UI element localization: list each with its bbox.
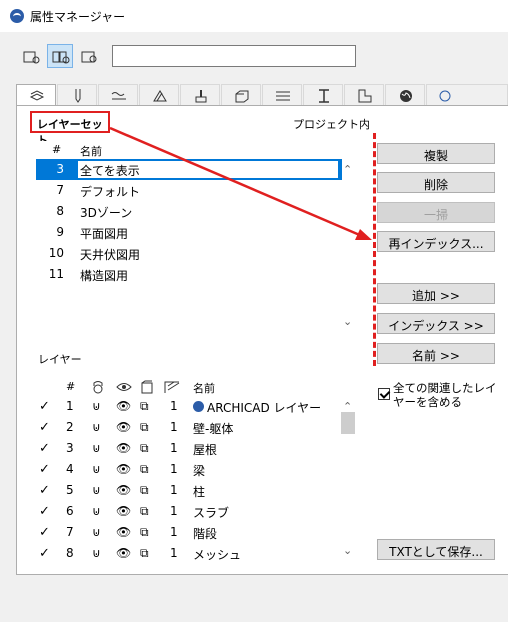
- eye-icon[interactable]: 👁: [116, 462, 131, 476]
- save-as-txt-button[interactable]: TXTとして保存...: [377, 539, 495, 560]
- table-row[interactable]: ✓ 6 ⊍ 👁 ⧉ 1 スラブ: [36, 501, 342, 522]
- wireframe-icon: [141, 380, 153, 394]
- lock-icon[interactable]: ⊍: [92, 462, 101, 476]
- eye-icon[interactable]: 👁: [116, 546, 131, 560]
- wireframe-icon[interactable]: ⧉: [140, 441, 149, 456]
- eye-icon[interactable]: 👁: [116, 483, 131, 497]
- scroll-down-icon[interactable]: ⌄: [343, 544, 352, 557]
- eye-icon[interactable]: 👁: [116, 504, 131, 518]
- wireframe-icon[interactable]: ⧉: [140, 546, 149, 561]
- wireframe-icon[interactable]: ⧉: [140, 399, 149, 414]
- lock-icon[interactable]: ⊍: [92, 483, 101, 497]
- layer-list[interactable]: # 名前 ✓ 1 ⊍ 👁 ⧉ 1 ARCHICAD レイヤー ✓ 2 ⊍ 👁 ⧉…: [36, 376, 356, 562]
- column-header-num: #: [66, 380, 76, 393]
- lock-icon[interactable]: ⊍: [92, 525, 101, 539]
- table-row[interactable]: ✓ 8 ⊍ 👁 ⧉ 1 メッシュ: [36, 543, 342, 562]
- wireframe-icon[interactable]: ⧉: [140, 525, 149, 540]
- wireframe-icon[interactable]: ⧉: [140, 462, 149, 477]
- wireframe-icon[interactable]: ⧉: [140, 483, 149, 498]
- eye-icon: [116, 383, 132, 391]
- lock-icon[interactable]: ⊍: [92, 546, 101, 560]
- eye-icon[interactable]: 👁: [116, 525, 131, 539]
- eye-icon[interactable]: 👁: [116, 399, 131, 413]
- archicad-logo-icon: [193, 401, 204, 412]
- lock-icon[interactable]: ⊍: [92, 399, 101, 413]
- eye-icon[interactable]: 👁: [116, 441, 131, 455]
- layers-label: レイヤー: [38, 353, 82, 366]
- table-row[interactable]: ✓ 1 ⊍ 👁 ⧉ 1 ARCHICAD レイヤー: [36, 396, 342, 417]
- table-row[interactable]: ✓ 7 ⊍ 👁 ⧉ 1 階段: [36, 522, 342, 543]
- include-related-checkbox[interactable]: [378, 388, 390, 400]
- column-header-name: 名前: [193, 382, 215, 395]
- wireframe-icon[interactable]: ⧉: [140, 420, 149, 435]
- lock-icon[interactable]: ⊍: [92, 420, 101, 434]
- include-related-label: 全ての関連したレイヤーを含める: [393, 381, 497, 409]
- table-row[interactable]: ✓ 2 ⊍ 👁 ⧉ 1 壁-躯体: [36, 417, 342, 438]
- wireframe-icon[interactable]: ⧉: [140, 504, 149, 519]
- lock-icon: [93, 381, 103, 394]
- intersection-group-icon: [164, 381, 180, 393]
- lock-icon[interactable]: ⊍: [92, 441, 101, 455]
- table-row[interactable]: ✓ 3 ⊍ 👁 ⧉ 1 屋根: [36, 438, 342, 459]
- table-row[interactable]: ✓ 4 ⊍ 👁 ⧉ 1 梁: [36, 459, 342, 480]
- table-row[interactable]: ✓ 5 ⊍ 👁 ⧉ 1 柱: [36, 480, 342, 501]
- scrollbar-thumb[interactable]: [341, 412, 355, 434]
- eye-icon[interactable]: 👁: [116, 420, 131, 434]
- lock-icon[interactable]: ⊍: [92, 504, 101, 518]
